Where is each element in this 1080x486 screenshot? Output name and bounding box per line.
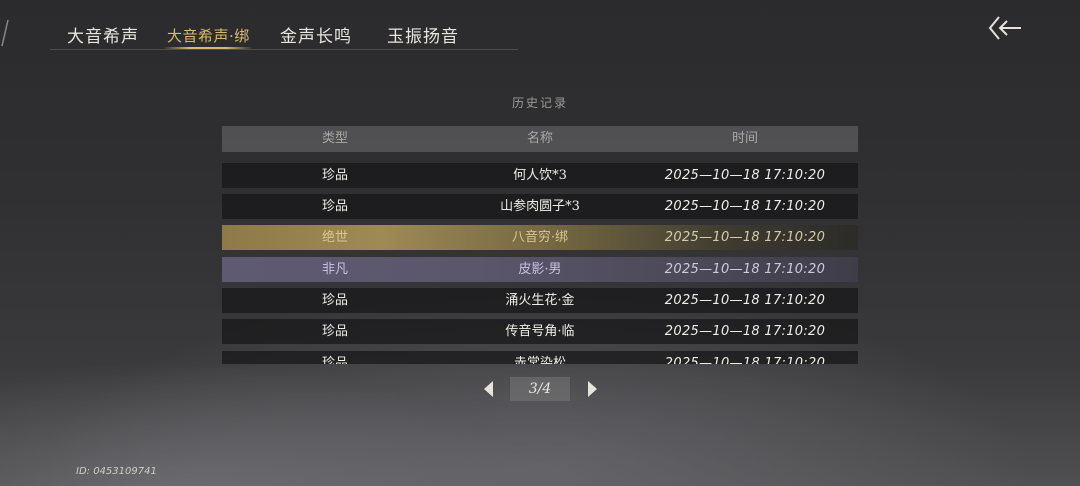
table-row: 珍品 传音号角·临 2025—10—18 17:10:20 (222, 319, 858, 344)
page-title: 历史记录 (511, 96, 568, 110)
pagination: 3/4 (480, 377, 600, 401)
cell-name: 涌火生花·金 (505, 293, 575, 308)
cell-type: 珍品 (321, 168, 348, 183)
tab-da-yin-xi-sheng[interactable]: 大音希声 (67, 22, 139, 47)
cell-name: 传音号角·临 (505, 324, 575, 339)
table-row: 珍品 何人饮*3 2025—10—18 17:10:20 (222, 163, 858, 188)
prev-page-icon[interactable] (484, 381, 493, 397)
cell-type: 珍品 (321, 324, 348, 339)
cell-name: 何人饮*3 (513, 168, 567, 183)
back-arrow-icon[interactable] (985, 14, 1025, 42)
history-table[interactable]: 类型 名称 时间 珍品 何人饮*3 2025—10—18 17:10:20 珍品… (222, 126, 858, 364)
header-time: 时间 (731, 131, 758, 146)
corner-slash-decoration (1, 19, 9, 47)
tab-yu-zhen-yang-yin[interactable]: 玉振扬音 (387, 22, 459, 47)
cell-type: 非凡 (321, 262, 348, 277)
table-row: 珍品 赤棠染松 2025—10—18 17:10:20 (222, 351, 858, 364)
cell-name: 皮影·男 (518, 262, 562, 277)
user-id-label: ID: 0453109741 (76, 466, 157, 477)
cell-name: 八音穷·绑 (511, 230, 569, 245)
cell-type: 珍品 (321, 199, 348, 214)
table-row: 珍品 涌火生花·金 2025—10—18 17:10:20 (222, 288, 858, 313)
next-page-icon[interactable] (588, 381, 597, 397)
table-row: 珍品 山参肉圆子*3 2025—10—18 17:10:20 (222, 194, 858, 219)
cell-type: 珍品 (321, 356, 348, 364)
cell-time: 2025—10—18 17:10:20 (664, 168, 826, 183)
cell-time: 2025—10—18 17:10:20 (664, 324, 826, 339)
cell-name: 山参肉圆子*3 (500, 199, 580, 214)
cell-time: 2025—10—18 17:10:20 (664, 356, 826, 364)
page-indicator: 3/4 (510, 377, 570, 401)
active-tab-indicator (163, 47, 253, 49)
table-row-gold: 绝世 八音穷·绑 2025—10—18 17:10:20 (222, 225, 858, 250)
cell-time: 2025—10—18 17:10:20 (664, 293, 826, 308)
cell-name: 赤棠染松 (513, 356, 566, 364)
cell-time: 2025—10—18 17:10:20 (664, 230, 826, 245)
header-name: 名称 (526, 131, 553, 146)
tab-da-yin-xi-sheng-bound[interactable]: 大音希声·绑 (167, 25, 250, 46)
cell-time: 2025—10—18 17:10:20 (664, 199, 826, 214)
tab-bar: 大音希声 大音希声·绑 金声长鸣 玉振扬音 (50, 0, 518, 50)
header-type: 类型 (321, 131, 348, 146)
cell-time: 2025—10—18 17:10:20 (664, 262, 826, 277)
tab-jin-sheng-chang-ming[interactable]: 金声长鸣 (280, 22, 352, 47)
table-row-purple: 非凡 皮影·男 2025—10—18 17:10:20 (222, 257, 858, 282)
table-header: 类型 名称 时间 (222, 126, 858, 152)
cell-type: 绝世 (321, 230, 348, 245)
cell-type: 珍品 (321, 293, 348, 308)
